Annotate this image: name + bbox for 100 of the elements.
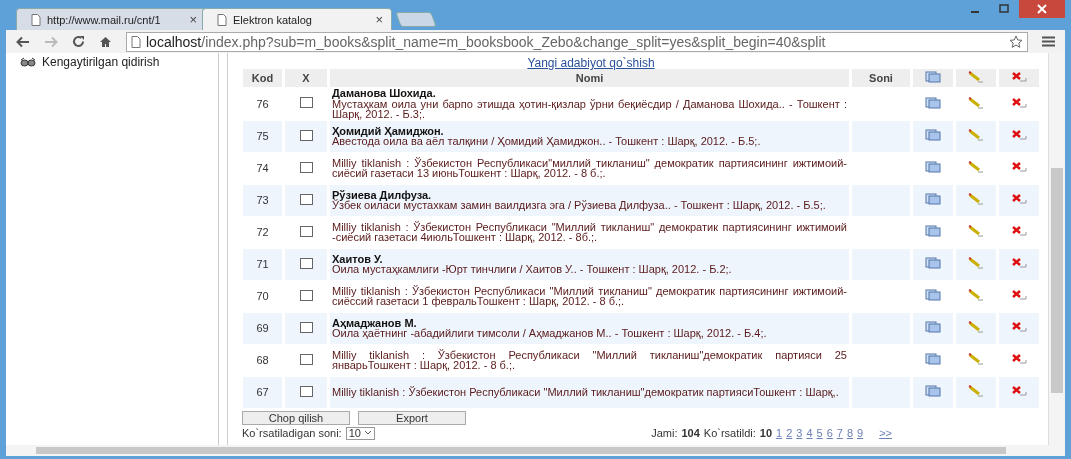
edit-icon[interactable] [968, 193, 984, 205]
delete-icon[interactable] [1011, 129, 1027, 141]
row-checkbox[interactable] [299, 385, 313, 397]
book-entry: Milliy tiklanish : Ўзбекистон Республикаси "Миллий тикланиш"демократик партияси 25 январьТошкент : Шарқ, 2012. - 8 б.;. [331, 347, 848, 373]
browser-tab[interactable]: Elektron katalog × [202, 8, 392, 30]
row-checkbox[interactable] [299, 161, 313, 173]
tab-close[interactable]: × [375, 12, 383, 27]
horizontal-scrollbar[interactable] [6, 445, 1065, 456]
maximize-icon[interactable] [998, 4, 1009, 14]
edit-icon[interactable] [968, 161, 984, 173]
print-button[interactable]: Chop qilish [242, 410, 350, 425]
view-icon[interactable] [925, 289, 941, 301]
book-entry: Рўзиева Дилфуза. Ўзбек оиласи мустахкам замин ваилдизга эга / Рўзиева Дилфуза.. - Тошкент : Шарқ, 2012. - Б.5;. [330, 184, 849, 216]
edit-icon[interactable] [968, 257, 984, 269]
edit-icon[interactable] [968, 321, 984, 333]
view-icon[interactable] [925, 225, 941, 237]
table-cell: 69 [243, 312, 282, 344]
book-entry: Даманова Шохида. Мустаҳкам оила уни барпо этишда ҳотин-қизлар ўрни беқиёсдир / Даманова Шохида.. - Тошкент : Шарқ, 2012. - Б.3;. [331, 88, 848, 120]
sidebar-item[interactable]: Kengaytirilgan qidirish [20, 55, 218, 69]
back-icon[interactable] [16, 35, 30, 48]
book-entry: Аҳмаджанов М. Оила ҳаётнинг -абадийлиги тимсоли / Аҳмаджанов М.. - Тошкент : Шарқ, 2012. - Б.4;. [330, 312, 849, 344]
page-link[interactable]: 2 [786, 427, 793, 439]
edit-icon[interactable] [968, 385, 984, 397]
edit-icon[interactable] [968, 353, 984, 365]
delete-icon[interactable] [1011, 161, 1027, 173]
shown-label: Ko`rsatildi: [703, 427, 756, 439]
delete-icon[interactable] [1011, 385, 1027, 397]
view-icon[interactable] [925, 257, 941, 269]
column-header: Soni [852, 69, 910, 87]
edit-icon[interactable] [968, 225, 984, 237]
table-cell-text: 72 [255, 225, 270, 240]
view-icon[interactable] [925, 161, 941, 173]
view-icon[interactable] [925, 321, 941, 333]
row-checkbox[interactable] [299, 321, 313, 333]
tab-close[interactable]: × [189, 12, 197, 27]
per-page-select[interactable]: 10 [345, 426, 375, 440]
add-book-link[interactable]: Yangi adabiyot qo`shish [527, 56, 655, 70]
book-entry: Хаитов У. Оила мустаҳкамлиги -Юрт тинчлиги / Хаитов У.. - Тошкент : Шарқ, 2012. - Б.2;. [330, 248, 849, 280]
page-link[interactable]: 9 [857, 427, 864, 439]
table-cell: 75 [243, 120, 282, 152]
pages-icon [925, 71, 941, 83]
view-icon[interactable] [925, 385, 941, 397]
column-header: Nomi [330, 69, 849, 87]
book-entry: Ҳомидий Ҳамиджон. Авестода оила ва аёл талқини / Ҳомидий Ҳамиджон.. - Тошкент : Шарқ, 2012. - Б.5;. [330, 120, 849, 152]
delete-icon[interactable] [1011, 225, 1027, 237]
page-link[interactable]: 1 [776, 427, 783, 439]
next-page-link[interactable]: >> [879, 427, 892, 439]
page-link[interactable]: 4 [806, 427, 813, 439]
edit-icon[interactable] [968, 96, 984, 109]
table-cell-text: 68 [255, 353, 270, 368]
table-cell-text: 70 [255, 289, 270, 304]
delete-icon[interactable] [1011, 257, 1027, 269]
home-icon[interactable] [99, 35, 112, 48]
row-checkbox[interactable] [299, 289, 313, 301]
delete-icon[interactable] [1011, 289, 1027, 301]
row-checkbox[interactable] [299, 257, 313, 269]
view-icon[interactable] [925, 193, 941, 205]
reload-icon[interactable] [72, 35, 85, 48]
total-count: 104 [681, 427, 700, 439]
caret-icon [363, 430, 372, 436]
table-cell: 67 [243, 376, 282, 408]
book-entry: Milliy tiklanish : Ўзбекистон Республикаси "Миллий тикланиш"демократик партиясиТошкент : Шарқ,. [330, 376, 849, 408]
per-page-label: Ko`rsatiladigan soni: [242, 427, 342, 439]
page-link[interactable]: 8 [846, 427, 853, 439]
close-button[interactable] [1019, 0, 1065, 18]
page-link[interactable]: 5 [816, 427, 823, 439]
tab-title: Elektron katalog [233, 13, 313, 26]
menu-icon[interactable] [1042, 36, 1055, 47]
delete-icon[interactable] [1011, 353, 1027, 365]
pencil-icon [968, 71, 984, 83]
row-checkbox[interactable] [299, 97, 313, 109]
page-icon [131, 35, 141, 48]
table-cell-text: 74 [255, 161, 270, 176]
address-bar[interactable]: localhost/index.php?sub=m_books&split_name=m_booksbook_Zebo&change_split=yes&split_begin=40&split [126, 31, 1028, 52]
row-checkbox[interactable] [299, 225, 313, 237]
book-entry: Milliy tiklanish : Ўзбекистон Республикаси "Миллий тикланиш" демократик партиясининг ижтимоий -сиёсий газетаси 4июльТошкент : Шарқ, 2012. - 8б.;. [331, 219, 848, 245]
star-icon[interactable] [1009, 34, 1023, 49]
page-icon [217, 13, 227, 26]
edit-icon[interactable] [968, 129, 984, 141]
glasses-icon [20, 57, 36, 67]
delete-icon[interactable] [1011, 321, 1027, 333]
edit-icon[interactable] [968, 289, 984, 301]
page-link[interactable]: 7 [836, 427, 843, 439]
row-checkbox[interactable] [299, 193, 313, 205]
export-button[interactable]: Export [358, 410, 466, 425]
page-link[interactable]: 6 [826, 427, 833, 439]
view-icon[interactable] [925, 129, 941, 141]
tab-title: http://www.mail.ru/cnt/1 [47, 13, 162, 26]
row-checkbox[interactable] [299, 353, 313, 365]
view-icon[interactable] [925, 96, 941, 109]
row-checkbox[interactable] [299, 129, 313, 141]
total-label: Jami: [651, 427, 678, 439]
page-link[interactable]: 3 [796, 427, 803, 439]
view-icon[interactable] [925, 353, 941, 365]
book-entry: Milliy tiklanish : Ўзбекистон Республикаси "Миллий тикланиш" демократик партиясининг ижтимоий-сиёссий газетаси 1 февральТошкент : Шарқ, 2012. - 8 б.;. [331, 283, 848, 309]
close-icon [1037, 4, 1047, 14]
delete-icon[interactable] [1011, 193, 1027, 205]
delete-icon[interactable] [1011, 96, 1027, 109]
page-icon [31, 13, 41, 26]
column-header: Kod [243, 69, 282, 87]
